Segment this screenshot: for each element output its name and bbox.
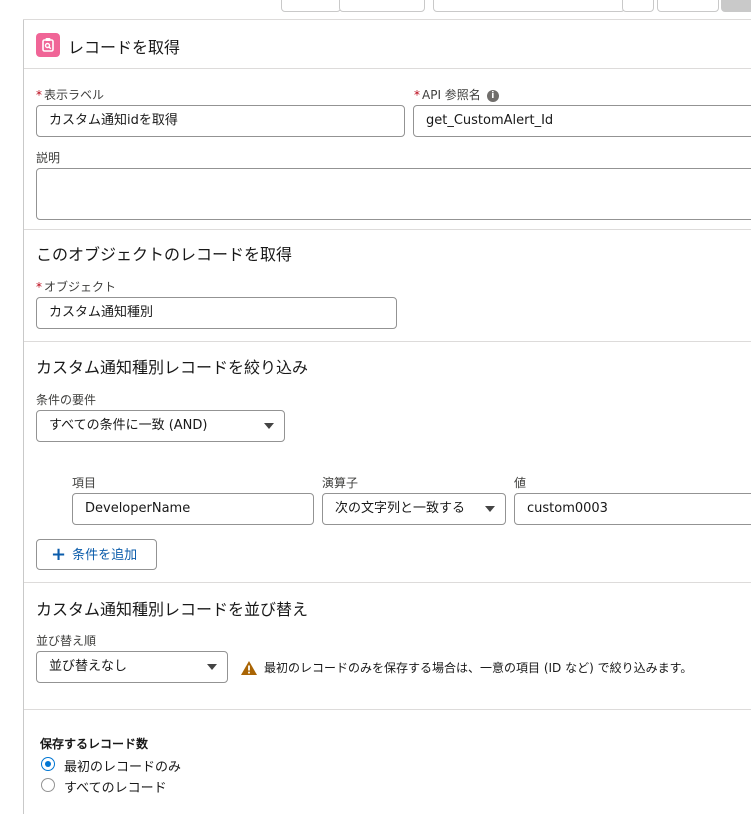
toolbar-search-input[interactable] — [433, 0, 625, 12]
condition-select[interactable]: すべての条件に一致 (AND) — [36, 410, 285, 442]
store-count-title: 保存するレコード数 — [40, 737, 149, 751]
filter-operator-select[interactable]: 次の文字列と一致する — [322, 493, 506, 525]
chevron-down-icon — [264, 423, 274, 429]
radio-all-records-label: すべてのレコード — [64, 781, 167, 796]
field-column-label: 項目 — [72, 476, 97, 490]
top-toolbar — [23, 0, 751, 20]
radio-first-record[interactable] — [41, 757, 55, 771]
condition-label: 条件の要件 — [36, 393, 97, 407]
toolbar-button-2[interactable] — [339, 0, 425, 12]
warning-icon — [240, 660, 258, 676]
toolbar-button-3[interactable] — [657, 0, 719, 12]
toolbar-search-button[interactable] — [622, 0, 654, 12]
sort-order-label: 並び替え順 — [36, 634, 97, 648]
sort-warning-text: 最初のレコードのみを保存する場合は、一意の項目 (ID など) で絞り込みます。 — [264, 661, 693, 675]
divider — [24, 709, 751, 710]
add-condition-button[interactable]: + 条件を追加 — [36, 539, 157, 570]
api-name-input[interactable]: get_CustomAlert_Id — [413, 105, 751, 137]
value-column-label: 値 — [514, 476, 527, 490]
divider — [24, 229, 751, 230]
divider — [24, 341, 751, 342]
description-label: 説明 — [36, 151, 61, 165]
label-field-label: * 表示ラベル — [36, 88, 105, 102]
divider — [24, 68, 751, 69]
object-label: * オブジェクト — [36, 280, 117, 294]
description-textarea[interactable] — [36, 168, 751, 220]
chevron-down-icon — [207, 664, 217, 670]
api-name-label: * API 参照名 i — [414, 86, 499, 103]
divider — [24, 582, 751, 583]
toolbar-button-4[interactable] — [721, 0, 751, 12]
object-section-title: このオブジェクトのレコードを取得 — [36, 245, 293, 264]
operator-column-label: 演算子 — [322, 476, 359, 490]
sort-section-title: カスタム通知種別レコードを並び替え — [36, 600, 309, 619]
left-canvas-strip — [0, 0, 24, 814]
label-input[interactable]: カスタム通知idを取得 — [36, 105, 405, 137]
filter-field-input[interactable]: DeveloperName — [72, 493, 314, 525]
object-input[interactable]: カスタム通知種別 — [36, 297, 397, 329]
filter-section-title: カスタム通知種別レコードを絞り込み — [36, 358, 309, 377]
info-icon[interactable]: i — [486, 89, 499, 102]
filter-value-input[interactable]: custom0003 — [514, 493, 751, 525]
radio-all-records[interactable] — [41, 778, 55, 792]
chevron-down-icon — [485, 506, 495, 512]
sort-order-select[interactable]: 並び替えなし — [36, 651, 228, 683]
plus-icon: + — [51, 544, 67, 565]
toolbar-button-1[interactable] — [281, 0, 341, 12]
panel-title: レコードを取得 — [68, 38, 181, 57]
get-records-icon — [36, 33, 60, 57]
radio-first-record-label: 最初のレコードのみ — [64, 760, 182, 775]
